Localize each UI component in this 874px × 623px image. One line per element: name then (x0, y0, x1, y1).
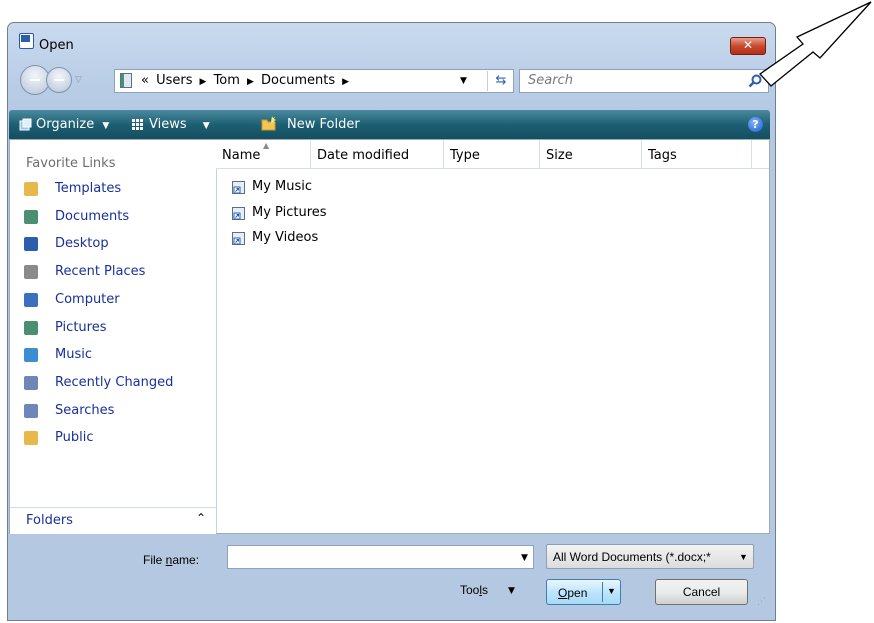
recent-pages-dropdown[interactable]: ▽ (75, 75, 82, 85)
sidebar-item-label: Music (55, 347, 92, 363)
sidebar-item-recently-changed[interactable]: Recently Changed (24, 372, 214, 394)
open-dialog-window: Open ✕ ▽ « Users ▶ Tom ▶ Documents ▶ ▼ ⇆ Se… (7, 22, 776, 621)
sidebar-item-templates[interactable]: Templates (24, 178, 214, 200)
column-header-tags[interactable]: Tags (642, 140, 752, 168)
column-header-row: Name Date modified Type Size Tags (216, 140, 769, 169)
favorite-links-heading: Favorite Links (26, 156, 116, 171)
organize-dropdown-icon: ▼ (102, 121, 110, 131)
breadcrumb: « Users ▶ Tom ▶ Documents ▶ (141, 73, 352, 88)
annotation-arrow-icon (759, 1, 872, 87)
refresh-button[interactable]: ⇆ (487, 71, 514, 91)
shortcut-icon (232, 232, 245, 245)
window-title: Open (39, 38, 74, 53)
breadcrumb-users[interactable]: Users (156, 73, 192, 88)
searches-icon (24, 403, 38, 418)
tools-menu-button[interactable]: Tools (460, 583, 488, 597)
sidebar-item-label: Computer (55, 291, 120, 307)
search-box[interactable]: Search (519, 69, 769, 93)
sidebar-item-label: Pictures (55, 319, 107, 335)
music-icon (24, 348, 38, 363)
resize-grip-icon[interactable]: ⋰ (757, 597, 766, 607)
sidebar-item-label: Templates (55, 181, 122, 196)
word-document-icon (19, 33, 34, 49)
command-toolbar: Organize ▼ Views ▼ New Folder ? (9, 110, 770, 139)
breadcrumb-tom[interactable]: Tom (214, 73, 240, 88)
sidebar-item-searches[interactable]: Searches (24, 400, 214, 422)
breadcrumb-overflow[interactable]: « (141, 73, 149, 88)
breadcrumb-documents[interactable]: Documents (261, 73, 335, 88)
folder-icon (24, 431, 38, 446)
breadcrumb-sep-icon[interactable]: ▶ (247, 77, 254, 87)
sidebar-item-pictures[interactable]: Pictures (24, 317, 214, 339)
new-folder-button[interactable]: New Folder (287, 117, 360, 132)
folder-icon (24, 182, 38, 196)
sidebar-item-label: Recent Places (55, 264, 146, 280)
open-button-label: Open (558, 586, 588, 600)
open-options-dropdown-icon[interactable]: ▼ (607, 586, 616, 596)
sidebar-item-label: Recently Changed (55, 374, 174, 390)
sidebar-item-label: Public (55, 430, 94, 446)
address-bar[interactable]: « Users ▶ Tom ▶ Documents ▶ ▼ ⇆ (114, 69, 514, 93)
recently-changed-icon (24, 375, 38, 390)
list-item-label: My Videos (252, 230, 319, 245)
views-dropdown-icon: ▼ (202, 121, 210, 131)
tools-dropdown-icon[interactable]: ▼ (508, 586, 515, 596)
sidebar-item-desktop[interactable]: Desktop (24, 233, 214, 255)
cancel-button[interactable]: Cancel (655, 579, 748, 605)
file-name-label: File name: (143, 553, 200, 567)
recent-places-icon (24, 265, 38, 280)
pictures-icon (24, 320, 38, 335)
forward-button[interactable] (46, 67, 72, 93)
navigation-pane: Favorite Links Templates Documents Desktop… (10, 140, 217, 534)
breadcrumb-sep-icon[interactable]: ▶ (342, 77, 349, 87)
title-bar[interactable]: Open ✕ (8, 23, 775, 55)
breadcrumb-sep-icon[interactable]: ▶ (200, 77, 207, 87)
folders-label[interactable]: Folders (26, 513, 73, 528)
sidebar-item-computer[interactable]: Computer (24, 289, 214, 311)
file-name-dropdown-icon[interactable]: ▼ (521, 553, 528, 563)
documents-icon (24, 209, 38, 224)
column-header-size[interactable]: Size (540, 140, 642, 168)
dialog-footer: File name: ▼ All Word Documents (*.docx;… (9, 534, 770, 607)
search-placeholder[interactable]: Search (528, 73, 573, 88)
main-pane: Favorite Links Templates Documents Desktop… (9, 139, 770, 534)
address-dropdown-icon[interactable]: ▼ (460, 76, 467, 86)
file-type-value[interactable]: All Word Documents (*.docx;* (553, 550, 735, 564)
folders-toggle[interactable]: Folders ⌃ (10, 507, 216, 534)
file-type-select[interactable]: All Word Documents (*.docx;* ▼ (546, 544, 754, 569)
organize-button[interactable]: Organize ▼ (36, 117, 109, 132)
sort-ascending-icon: ▲ (263, 141, 270, 150)
column-header-date-modified[interactable]: Date modified (311, 140, 444, 168)
open-button[interactable]: Open ▼ (546, 579, 621, 605)
shortcut-icon (232, 206, 245, 220)
column-header-type[interactable]: Type (444, 140, 540, 168)
documents-location-icon (120, 73, 132, 88)
open-button-divider (602, 582, 603, 602)
help-icon[interactable]: ? (748, 117, 763, 132)
views-button[interactable]: Views ▼ (149, 117, 210, 132)
sidebar-item-recent-places[interactable]: Recent Places (24, 261, 214, 283)
sidebar-item-label: Desktop (55, 236, 109, 252)
list-item-label: My Pictures (252, 204, 327, 220)
sidebar-item-label: Searches (55, 402, 115, 418)
organize-icon (19, 118, 32, 131)
sidebar-item-music[interactable]: Music (24, 344, 214, 366)
file-name-input[interactable]: ▼ (227, 545, 534, 569)
views-label: Views (149, 117, 187, 132)
sidebar-item-public[interactable]: Public (24, 427, 214, 449)
new-folder-icon (261, 116, 276, 131)
shortcut-icon (232, 181, 245, 194)
organize-label: Organize (36, 117, 95, 132)
chevron-up-icon[interactable]: ⌃ (196, 511, 206, 525)
file-type-dropdown-icon[interactable]: ▼ (739, 552, 748, 562)
views-icon (132, 119, 143, 130)
sidebar-item-documents[interactable]: Documents (24, 206, 214, 228)
sidebar-item-label: Documents (55, 208, 130, 224)
list-item-label: My Music (252, 179, 313, 194)
desktop-icon (24, 237, 38, 252)
computer-icon (24, 292, 38, 307)
